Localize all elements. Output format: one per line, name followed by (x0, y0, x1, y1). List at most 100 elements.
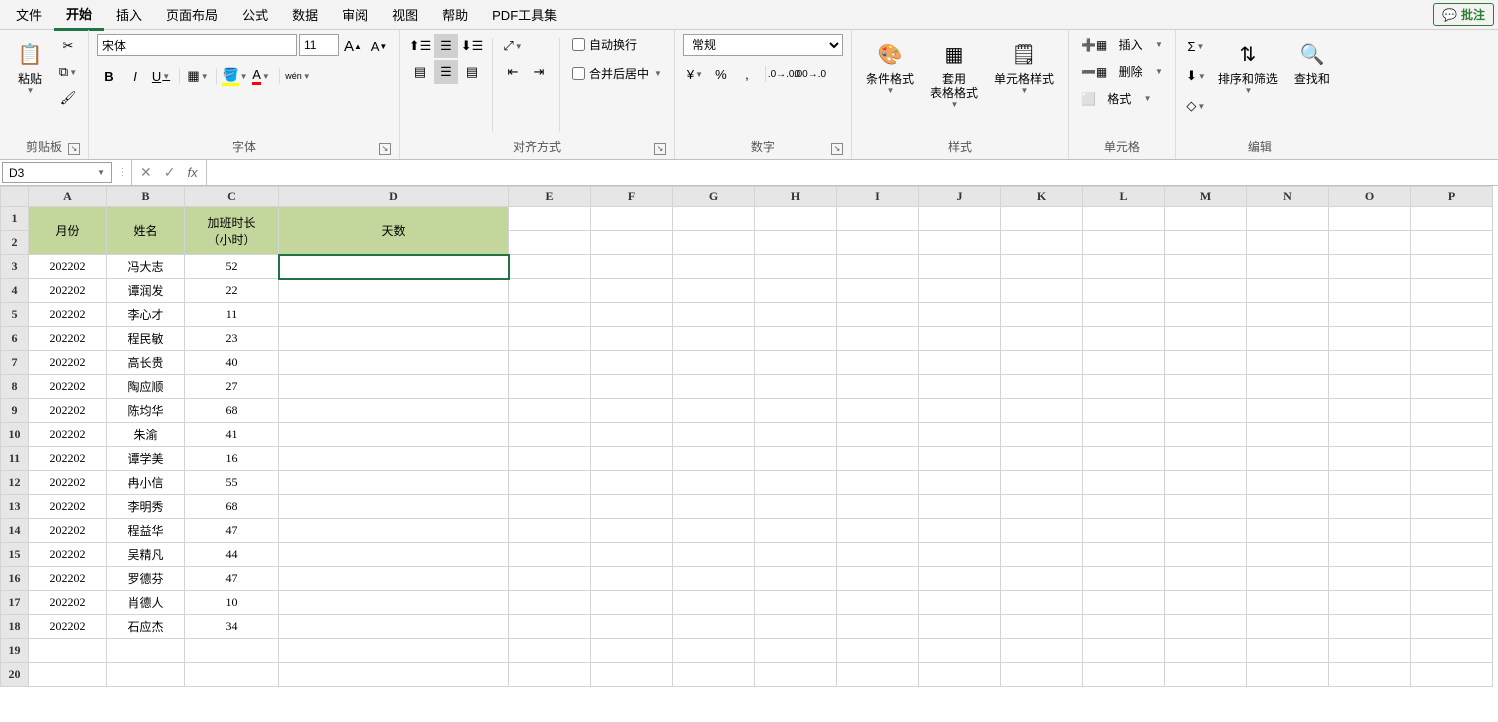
cell[interactable] (279, 375, 509, 399)
cell[interactable] (1165, 399, 1247, 423)
autosum-button[interactable]: Σ▼ (1184, 34, 1208, 58)
cell[interactable] (837, 423, 919, 447)
cell[interactable] (1083, 255, 1165, 279)
cell[interactable] (919, 255, 1001, 279)
cell[interactable] (1001, 591, 1083, 615)
cell[interactable] (837, 303, 919, 327)
cell[interactable]: 40 (185, 351, 279, 375)
table-header-cell[interactable]: 加班时长 （小时） (185, 207, 279, 255)
increase-font-button[interactable]: A▲ (341, 34, 365, 58)
menu-formulas[interactable]: 公式 (230, 0, 280, 29)
cell[interactable] (1247, 495, 1329, 519)
formula-bar-handle[interactable]: ⋮ (114, 160, 132, 185)
cell[interactable]: 34 (185, 615, 279, 639)
cell[interactable] (1001, 303, 1083, 327)
menu-view[interactable]: 视图 (380, 0, 430, 29)
cell[interactable] (591, 519, 673, 543)
cell[interactable] (1083, 495, 1165, 519)
cell[interactable]: 11 (185, 303, 279, 327)
cell[interactable] (837, 207, 919, 231)
cell[interactable] (755, 567, 837, 591)
cell[interactable] (1329, 591, 1411, 615)
row-header[interactable]: 10 (1, 423, 29, 447)
cell[interactable] (29, 663, 107, 687)
cell[interactable] (509, 615, 591, 639)
cell[interactable] (591, 327, 673, 351)
cell[interactable] (1165, 591, 1247, 615)
cell[interactable] (673, 231, 755, 255)
cell[interactable] (509, 423, 591, 447)
cell[interactable] (673, 423, 755, 447)
column-header[interactable]: C (185, 187, 279, 207)
cell[interactable] (1001, 399, 1083, 423)
cut-button[interactable]: ✂ (56, 34, 80, 58)
cell[interactable] (1083, 519, 1165, 543)
cell[interactable] (755, 663, 837, 687)
cell[interactable]: 吴精凡 (107, 543, 185, 567)
cell[interactable] (673, 639, 755, 663)
cell[interactable] (509, 543, 591, 567)
cell[interactable] (591, 543, 673, 567)
cell[interactable] (837, 399, 919, 423)
row-header[interactable]: 4 (1, 279, 29, 303)
cell[interactable]: 202202 (29, 447, 107, 471)
cell[interactable] (1247, 231, 1329, 255)
cell[interactable] (1411, 471, 1493, 495)
cell[interactable] (755, 399, 837, 423)
cell[interactable] (509, 591, 591, 615)
cell[interactable] (755, 543, 837, 567)
cell[interactable] (1083, 447, 1165, 471)
cell[interactable] (755, 207, 837, 231)
cell[interactable] (673, 399, 755, 423)
column-header[interactable]: K (1001, 187, 1083, 207)
cell[interactable] (1165, 375, 1247, 399)
cell[interactable]: 55 (185, 471, 279, 495)
menu-page-layout[interactable]: 页面布局 (154, 0, 230, 29)
cell[interactable] (673, 543, 755, 567)
cell[interactable] (919, 447, 1001, 471)
column-header[interactable]: N (1247, 187, 1329, 207)
column-header[interactable]: M (1165, 187, 1247, 207)
cell[interactable] (1329, 279, 1411, 303)
cell[interactable] (591, 567, 673, 591)
cell[interactable] (1001, 327, 1083, 351)
cell[interactable] (755, 447, 837, 471)
cell[interactable] (1411, 423, 1493, 447)
cell[interactable] (1001, 351, 1083, 375)
cell[interactable] (837, 663, 919, 687)
cell[interactable] (755, 639, 837, 663)
merge-checkbox[interactable] (572, 67, 585, 80)
cell[interactable] (755, 423, 837, 447)
cell[interactable] (279, 255, 509, 279)
cell[interactable] (1411, 447, 1493, 471)
cell[interactable] (1001, 495, 1083, 519)
cell[interactable] (1247, 207, 1329, 231)
row-header[interactable]: 13 (1, 495, 29, 519)
cell[interactable] (755, 375, 837, 399)
cell[interactable] (837, 327, 919, 351)
cell[interactable] (919, 399, 1001, 423)
orientation-button[interactable]: ⤢▼ (501, 34, 525, 58)
align-right-button[interactable]: ▤ (460, 60, 484, 84)
cell[interactable] (509, 375, 591, 399)
cell[interactable] (1329, 231, 1411, 255)
cell[interactable] (755, 351, 837, 375)
cell[interactable] (1001, 471, 1083, 495)
cell[interactable]: 陈均华 (107, 399, 185, 423)
row-header[interactable]: 12 (1, 471, 29, 495)
currency-button[interactable]: ¥▼ (683, 62, 707, 86)
cell[interactable] (1329, 495, 1411, 519)
cell[interactable]: 202202 (29, 519, 107, 543)
cell[interactable] (1247, 663, 1329, 687)
insert-function-button[interactable]: fx (187, 165, 197, 180)
cell[interactable] (1329, 567, 1411, 591)
row-header[interactable]: 2 (1, 231, 29, 255)
cell[interactable] (1247, 615, 1329, 639)
cell[interactable]: 陶应顺 (107, 375, 185, 399)
cell[interactable] (509, 567, 591, 591)
cell[interactable] (919, 591, 1001, 615)
cell[interactable] (591, 375, 673, 399)
cell[interactable] (1165, 543, 1247, 567)
cell[interactable] (919, 351, 1001, 375)
cell[interactable] (279, 543, 509, 567)
